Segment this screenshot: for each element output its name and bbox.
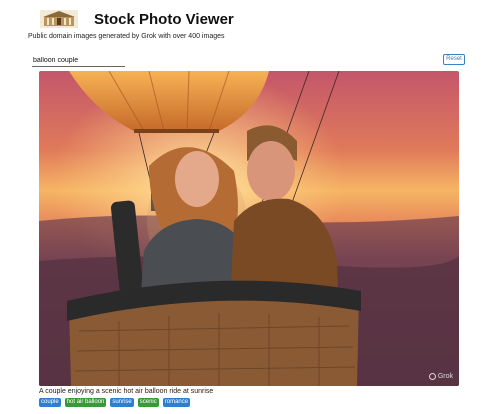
app-title: Stock Photo Viewer [94,10,234,28]
page: Stock Photo Viewer Public domain images … [0,0,500,414]
photo-illustration [39,71,459,386]
search-input[interactable] [32,55,125,67]
tag-chip[interactable]: couple [39,398,61,407]
reset-button[interactable]: Reset [443,54,465,65]
tag-list: couple hot air balloon sunrise scenic romanc… [39,398,194,407]
stock-photo: Grok [39,71,459,386]
watermark: Grok [428,373,453,380]
header: Stock Photo Viewer [40,8,234,30]
watermark-text: Grok [437,373,453,380]
tag-chip[interactable]: hot air balloon [64,398,107,407]
tag-chip[interactable]: sunrise [110,398,134,407]
tag-chip[interactable]: romance [162,398,191,407]
grok-logo-icon [428,373,436,380]
tag-chip[interactable]: scenic [137,398,159,407]
photo-caption: A couple enjoying a scenic hot air ballo… [39,388,214,395]
app-subtitle: Public domain images generated by Grok w… [28,33,225,40]
museum-building-icon [40,10,78,28]
